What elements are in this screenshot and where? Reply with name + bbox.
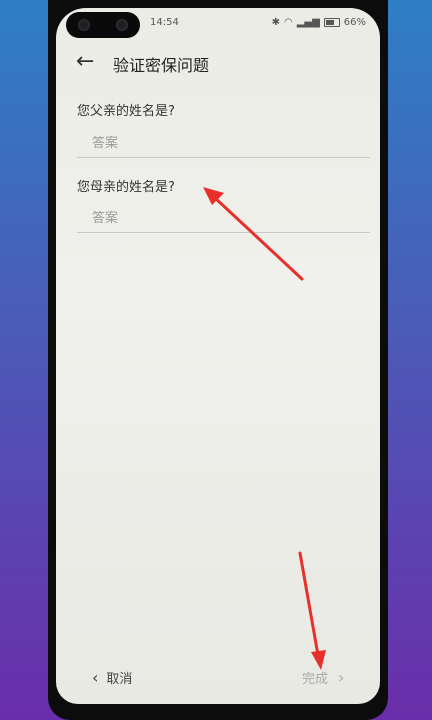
cancel-label: 取消 [106, 672, 133, 687]
page-title: 验证密保问题 [113, 56, 210, 75]
signal-icon: ▂▄▆ [296, 17, 320, 28]
cancel-button[interactable]: ‹ 取消 [92, 668, 132, 687]
question-1-label: 您父亲的姓名是? [77, 104, 175, 119]
back-arrow-icon[interactable]: ← [76, 49, 94, 75]
chevron-right-icon: › [338, 667, 345, 687]
battery-percent: 66% [343, 17, 366, 28]
phone-screen: 14:54 ✱ ◠ ▂▄▆ 66% ← 验证密保问题 您父亲的姓名是? 您母亲的… [56, 8, 380, 704]
answer-1-input[interactable] [77, 129, 370, 158]
wifi-icon: ◠ [283, 17, 293, 28]
bluetooth-icon: ✱ [271, 17, 280, 28]
battery-icon [323, 18, 340, 27]
status-bar: 14:54 ✱ ◠ ▂▄▆ 66% [56, 14, 380, 36]
finish-button[interactable]: 完成 › [302, 668, 344, 687]
chevron-left-icon: ‹ [92, 667, 99, 687]
question-2-label: 您母亲的姓名是? [77, 180, 175, 195]
finish-label: 完成 [302, 672, 329, 687]
title-bar: ← 验证密保问题 [56, 48, 380, 80]
status-time: 14:54 [150, 17, 179, 28]
status-icons: ✱ ◠ ▂▄▆ 66% [272, 17, 366, 28]
answer-2-input[interactable] [77, 204, 370, 233]
